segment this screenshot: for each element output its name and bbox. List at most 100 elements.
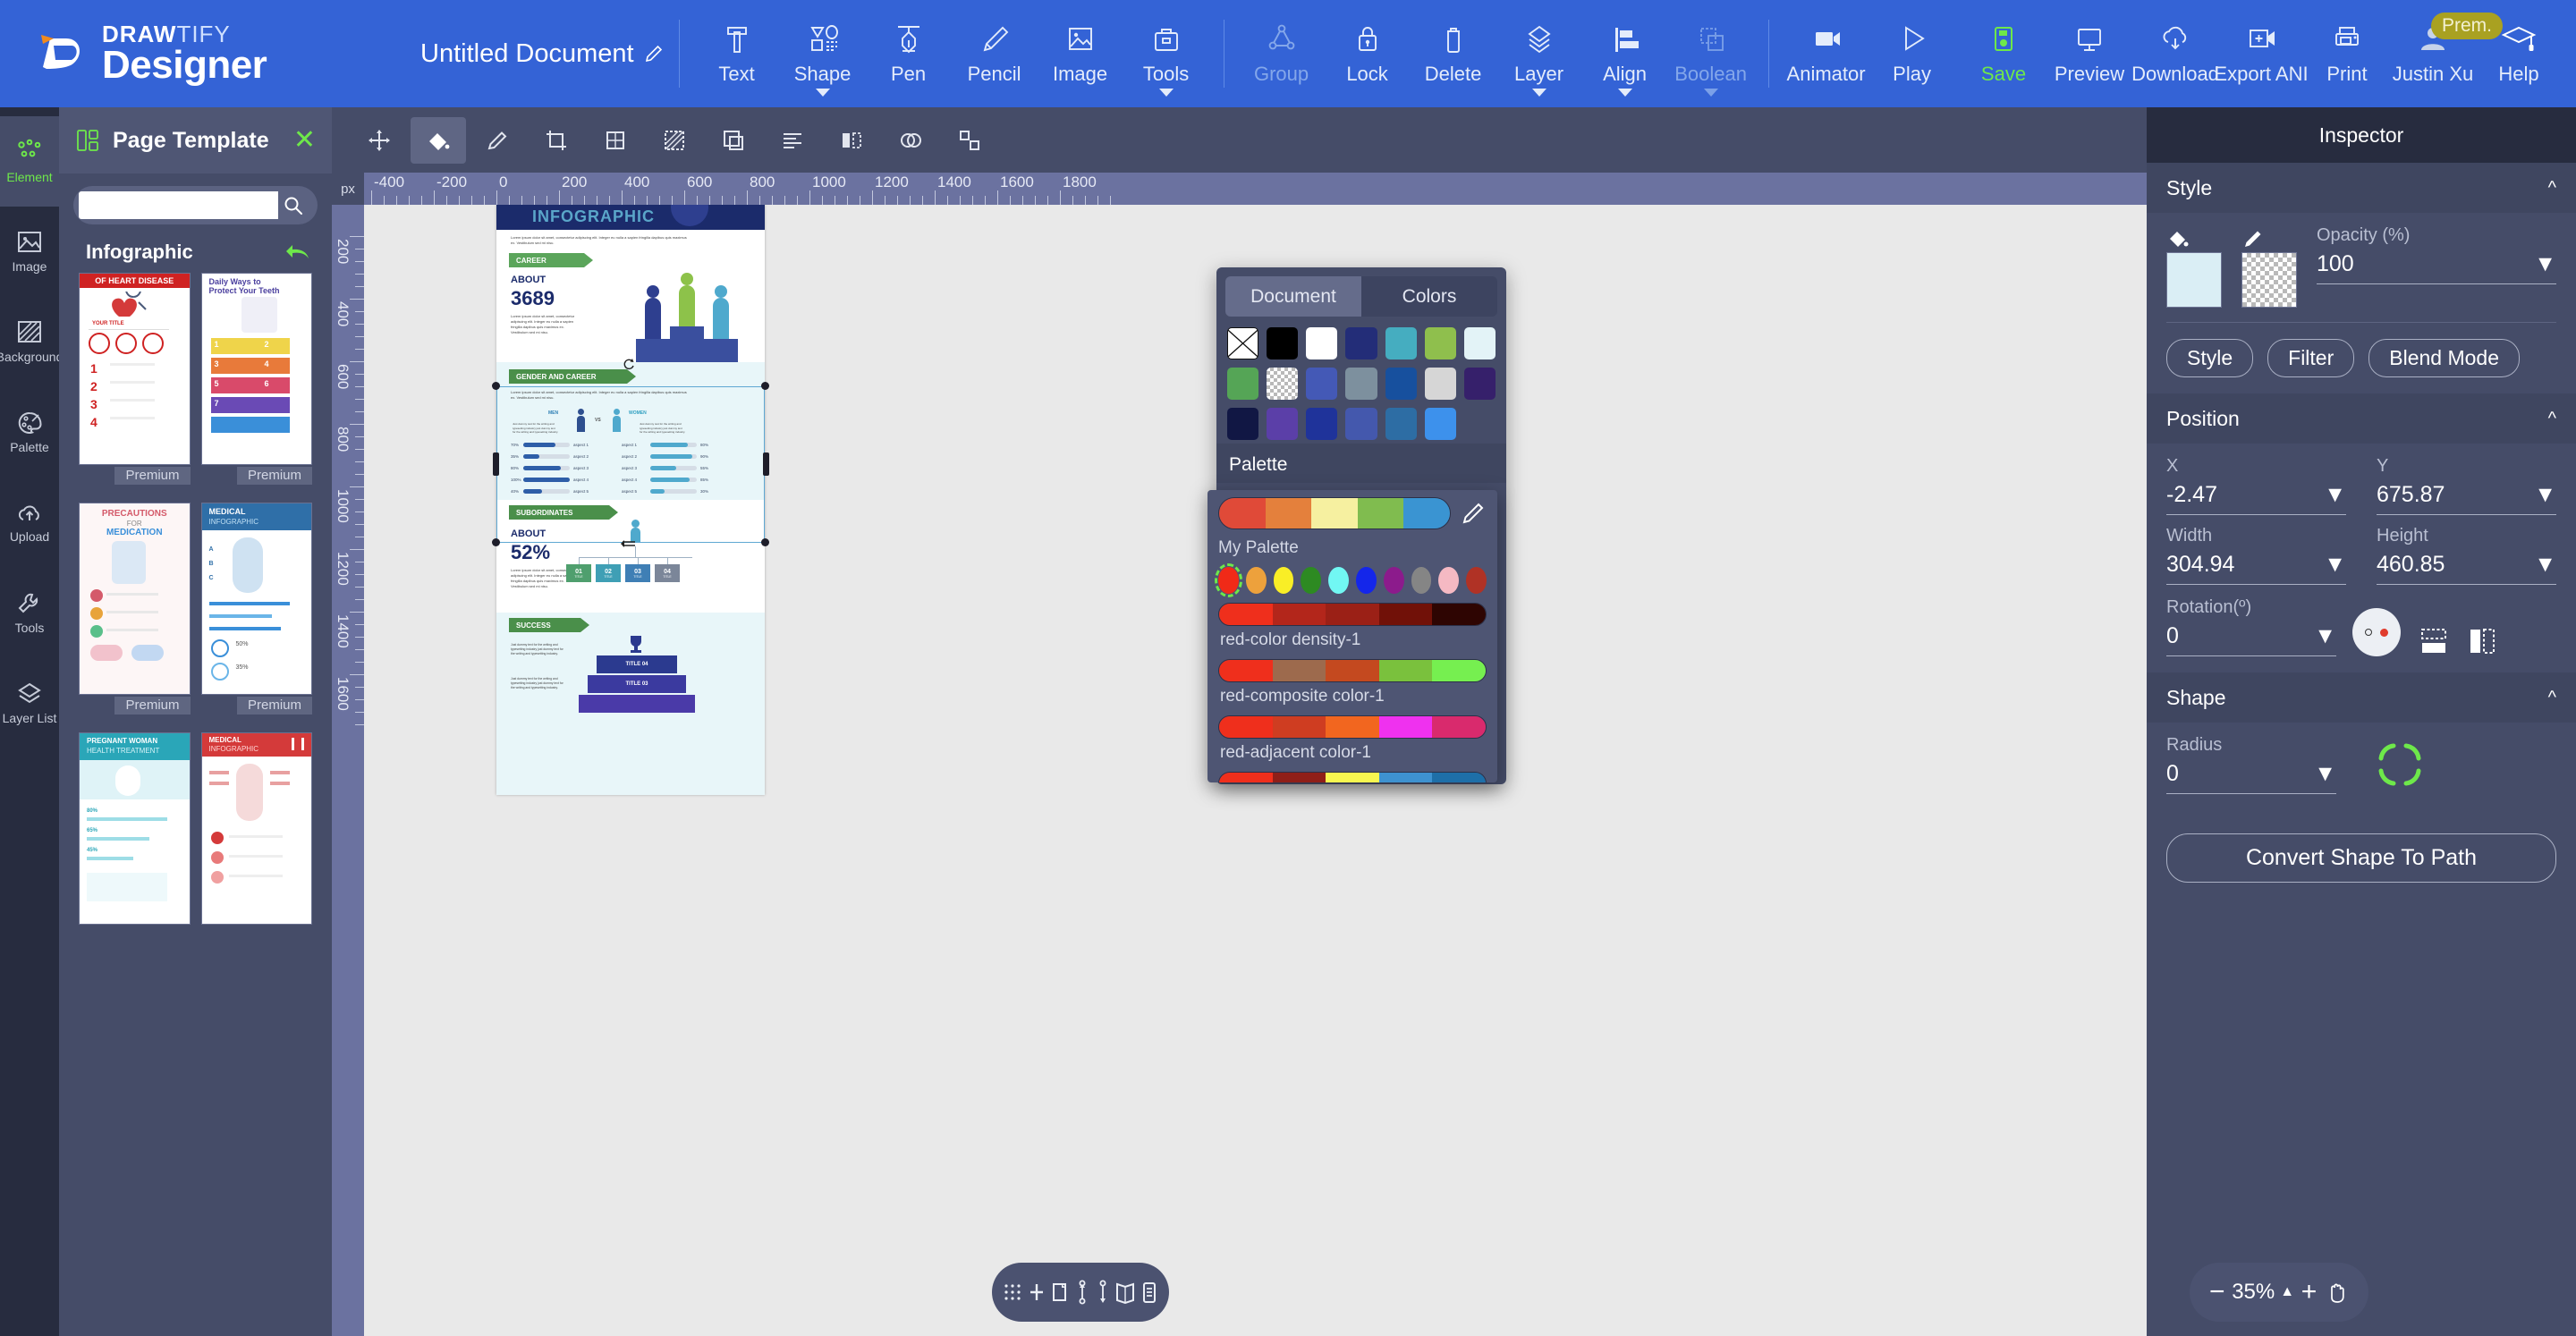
corner-radius-icon[interactable] xyxy=(2372,737,2428,792)
toolbar-button-text[interactable]: Text xyxy=(694,7,780,100)
toolbar-button-tools[interactable]: Tools xyxy=(1123,7,1209,100)
radius-field[interactable]: Radius 0 ▼ xyxy=(2166,735,2336,794)
template-card[interactable]: PREGNANT WOMAN HEALTH TREATMENT 80% 65% … xyxy=(79,732,191,925)
selection-handle-br[interactable] xyxy=(761,538,769,546)
chevron-up-icon-shape[interactable]: ^ xyxy=(2548,688,2556,708)
gradient-bar[interactable] xyxy=(1218,603,1487,626)
rail-item-element[interactable]: Element xyxy=(0,116,59,207)
gradient-item[interactable]: red-adjacent color-1 xyxy=(1208,714,1497,770)
height-field[interactable]: Height 460.85 ▼ xyxy=(2377,526,2556,585)
toolbar-button-boolean[interactable]: Boolean xyxy=(1668,7,1754,100)
rail-item-palette[interactable]: Palette xyxy=(0,387,59,478)
fill-color-control[interactable] xyxy=(2166,225,2222,308)
chevron-down-icon-y[interactable]: ▼ xyxy=(2534,482,2556,508)
chevron-up-icon-position[interactable]: ^ xyxy=(2548,409,2556,429)
group2-icon[interactable] xyxy=(942,117,997,164)
rail-item-image[interactable]: Image xyxy=(0,207,59,297)
template-card[interactable]: PRECAUTIONS FOR MEDICATION Premium xyxy=(79,503,191,695)
selection-handle-tl[interactable] xyxy=(492,382,500,390)
account-button[interactable]: Prem. Justin Xu xyxy=(2390,7,2476,100)
swatch-5[interactable] xyxy=(1425,327,1456,359)
swatch-18[interactable] xyxy=(1385,408,1417,440)
text-align-icon[interactable] xyxy=(765,117,820,164)
chevron-down-icon-x[interactable]: ▼ xyxy=(2324,482,2346,508)
swatch-none[interactable] xyxy=(1227,327,1258,359)
palette-dot-9[interactable] xyxy=(1466,567,1487,594)
swatch-9[interactable] xyxy=(1306,368,1337,400)
tab-document[interactable]: Document xyxy=(1225,276,1361,317)
gradient-bar[interactable] xyxy=(1218,715,1487,739)
flip-horizontal-icon[interactable] xyxy=(2467,626,2497,656)
template-thumbnail[interactable]: PREGNANT WOMAN HEALTH TREATMENT 80% 65% … xyxy=(79,732,191,925)
zoom-out-button[interactable]: − xyxy=(2209,1279,2225,1306)
pen-edit-icon[interactable] xyxy=(470,117,525,164)
add-icon[interactable] xyxy=(1027,1281,1046,1304)
stroke-color-swatch[interactable] xyxy=(2241,252,2297,308)
template-card[interactable]: MEDICAL INFOGRAPHIC xyxy=(201,732,313,925)
grid-icon[interactable] xyxy=(1003,1282,1022,1302)
resize-handle-icon[interactable] xyxy=(621,538,637,549)
rail-item-background[interactable]: Background xyxy=(0,297,59,387)
selection-handle-tr[interactable] xyxy=(761,382,769,390)
width-field[interactable]: Width 304.94 ▼ xyxy=(2166,526,2346,585)
palette-dot-6[interactable] xyxy=(1384,567,1404,594)
convert-shape-to-path-button[interactable]: Convert Shape To Path xyxy=(2166,833,2556,883)
chevron-up-icon[interactable]: ^ xyxy=(2548,178,2556,199)
rotation-knob[interactable] xyxy=(2352,608,2401,656)
selection-handle-bl[interactable] xyxy=(492,538,500,546)
swatch-13[interactable] xyxy=(1464,368,1496,400)
palette-dot-8[interactable] xyxy=(1438,567,1459,594)
swatch-16[interactable] xyxy=(1306,408,1337,440)
order-icon[interactable] xyxy=(1095,1280,1111,1305)
zoom-in-button[interactable]: + xyxy=(2301,1279,2318,1306)
chevron-down-icon[interactable]: ▼ xyxy=(2534,251,2556,277)
caret-down-icon[interactable] xyxy=(1532,89,1546,97)
swatch-3[interactable] xyxy=(1345,327,1377,359)
caret-down-icon[interactable] xyxy=(816,89,830,97)
toolbar-button-delete[interactable]: Delete xyxy=(1411,7,1496,100)
back-arrow-icon[interactable] xyxy=(285,241,312,263)
swatch-11[interactable] xyxy=(1385,368,1417,400)
tab-colors[interactable]: Colors xyxy=(1361,276,1497,317)
toolbar-button-animator[interactable]: Animator xyxy=(1784,7,1869,100)
swatch-19[interactable] xyxy=(1425,408,1456,440)
template-thumbnail[interactable]: PRECAUTIONS FOR MEDICATION xyxy=(79,503,191,695)
swatch-transparent[interactable] xyxy=(1267,368,1298,400)
x-field[interactable]: X -2.47 ▼ xyxy=(2166,456,2346,515)
zoom-caret-icon[interactable]: ▲ xyxy=(2280,1284,2294,1300)
zoom-value-group[interactable]: 35% ▲ xyxy=(2232,1280,2294,1305)
swatch-17[interactable] xyxy=(1345,408,1377,440)
rail-item-upload[interactable]: Upload xyxy=(0,478,59,568)
swatch-4[interactable] xyxy=(1385,327,1417,359)
chevron-down-icon-h[interactable]: ▼ xyxy=(2534,552,2556,578)
toolbar-button-preview[interactable]: Preview xyxy=(2046,7,2132,100)
style-pill-blend-mode[interactable]: Blend Mode xyxy=(2368,339,2520,377)
swatch-15[interactable] xyxy=(1267,408,1298,440)
hand-icon[interactable] xyxy=(2324,1280,2349,1305)
palette-dot-5[interactable] xyxy=(1356,567,1377,594)
palette-dot-1[interactable] xyxy=(1246,567,1267,594)
chevron-down-icon-rot[interactable]: ▼ xyxy=(2314,623,2336,649)
gradient-item[interactable]: red-composite color-1 xyxy=(1208,657,1497,714)
toolbar-button-pencil[interactable]: Pencil xyxy=(952,7,1038,100)
search-icon[interactable] xyxy=(278,195,309,216)
toolbar-button-download[interactable]: Download xyxy=(2132,7,2218,100)
gradient-bar[interactable] xyxy=(1218,659,1487,682)
template-card[interactable]: MEDICAL INFOGRAPHIC A B C 50% 35% Premiu… xyxy=(201,503,313,695)
palette-dot-7[interactable] xyxy=(1411,567,1432,594)
palette-dot-0[interactable] xyxy=(1218,567,1239,594)
swatch-2[interactable] xyxy=(1306,327,1337,359)
mask-icon[interactable] xyxy=(647,117,702,164)
list-icon[interactable] xyxy=(1140,1281,1158,1304)
caret-down-icon[interactable] xyxy=(1159,89,1174,97)
toolbar-button-lock[interactable]: Lock xyxy=(1325,7,1411,100)
swatch-1[interactable] xyxy=(1267,327,1298,359)
vertical-ruler[interactable]: 2004006008001000120014001600 xyxy=(332,205,364,1336)
template-thumbnail[interactable]: Daily Ways to Protect Your Teeth 1 3 5 7… xyxy=(201,273,313,465)
template-card[interactable]: OF HEART DISEASE YOUR TITLE 1 2 3 4 Prem… xyxy=(79,273,191,465)
chevron-down-icon-radius[interactable]: ▼ xyxy=(2314,761,2336,787)
palette-dot-4[interactable] xyxy=(1328,567,1349,594)
chevron-down-icon-w[interactable]: ▼ xyxy=(2324,552,2346,578)
design-page[interactable]: INFOGRAPHIC Lorem ipsum dolor sit amet, … xyxy=(496,205,765,795)
close-icon[interactable]: ✕ xyxy=(293,127,316,154)
